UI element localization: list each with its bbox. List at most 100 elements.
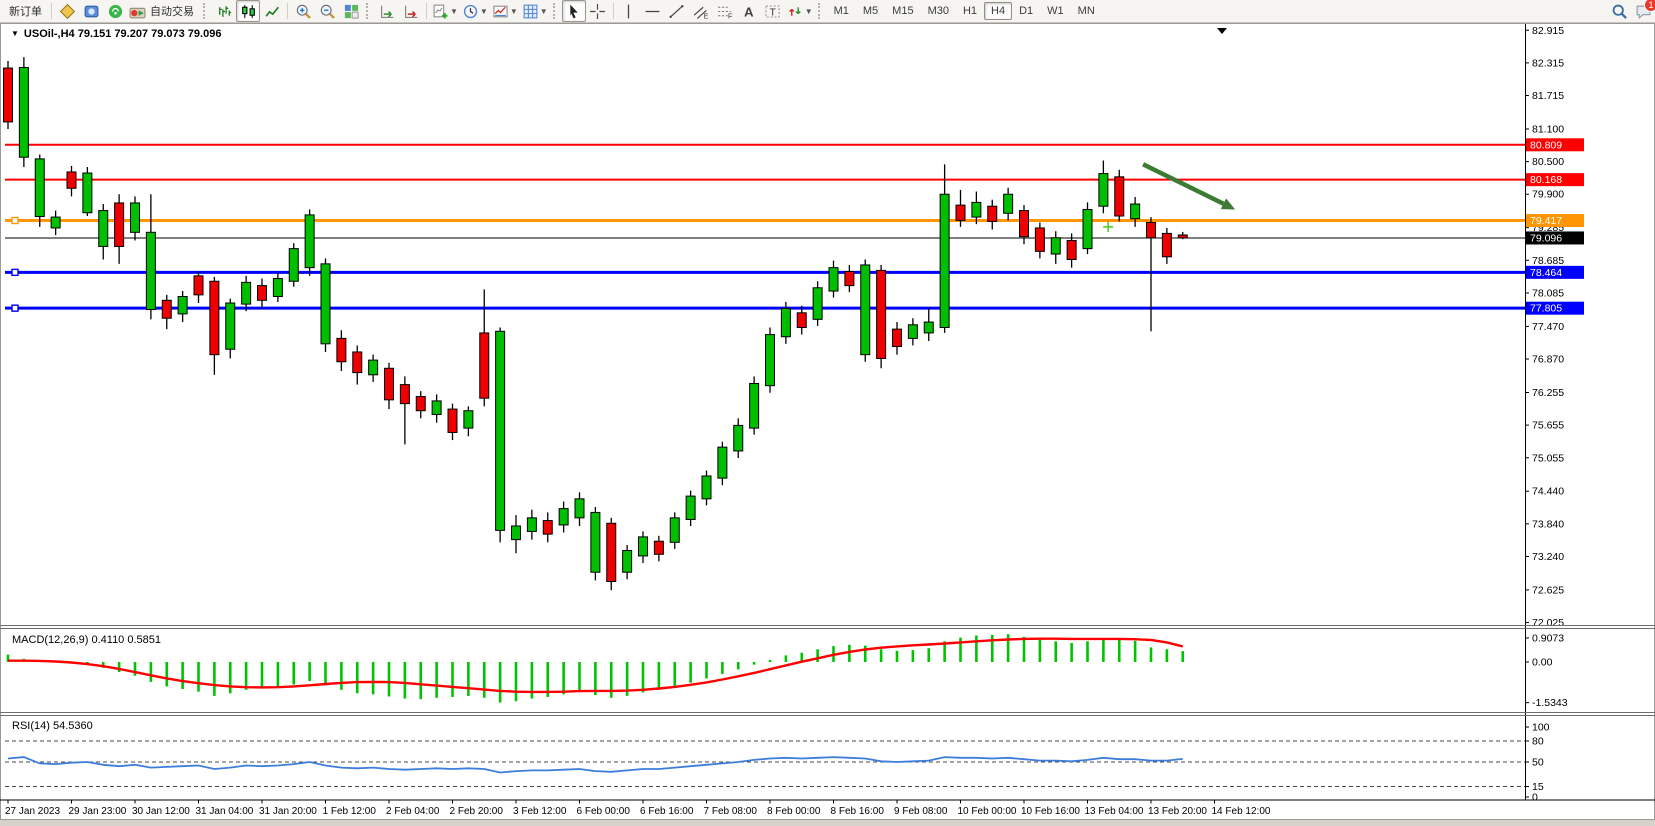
timeframe-m1[interactable]: M1 xyxy=(827,2,856,20)
toolbar-separator xyxy=(613,3,614,19)
templates-dropdown[interactable]: ▼ xyxy=(490,0,520,22)
trendline-icon xyxy=(668,3,685,20)
svg-text:-1.5343: -1.5343 xyxy=(1532,697,1568,709)
timeframe-d1[interactable]: D1 xyxy=(1012,2,1040,20)
price-badge: 80.168 xyxy=(1526,173,1584,186)
tile-windows-button[interactable] xyxy=(339,0,363,22)
cursor-button[interactable] xyxy=(562,0,586,22)
timeframe-mn[interactable]: MN xyxy=(1071,2,1102,20)
svg-text:76.255: 76.255 xyxy=(1532,387,1564,399)
auto-scroll-button[interactable] xyxy=(375,0,399,22)
dropdown-arrow-icon: ▼ xyxy=(805,7,813,16)
svg-text:72.625: 72.625 xyxy=(1532,584,1564,596)
timeframe-m30[interactable]: M30 xyxy=(921,2,956,20)
symbol-dropdown-icon[interactable]: ▼ xyxy=(11,29,19,38)
svg-text:27 Jan 2023: 27 Jan 2023 xyxy=(5,806,60,817)
text-button[interactable]: A xyxy=(737,0,761,22)
pivot-line-orange-handle[interactable] xyxy=(12,218,18,224)
notifications-button[interactable]: 1 xyxy=(1631,0,1655,22)
chart-background xyxy=(0,24,1655,820)
support-line-upper-handle[interactable] xyxy=(12,269,18,275)
svg-text:30 Jan 12:00: 30 Jan 12:00 xyxy=(132,806,190,817)
svg-text:6 Feb 00:00: 6 Feb 00:00 xyxy=(577,806,631,817)
autotrading-button[interactable]: 自动交易 xyxy=(127,0,200,22)
trendline-button[interactable] xyxy=(665,0,689,22)
dropdown-arrow-icon: ▼ xyxy=(480,7,488,16)
svg-text:E: E xyxy=(704,13,709,20)
zoom-in-button[interactable] xyxy=(291,0,315,22)
search-icon xyxy=(1611,3,1628,20)
timeframe-w1[interactable]: W1 xyxy=(1040,2,1071,20)
clock-icon xyxy=(462,3,479,20)
line-chart-button[interactable] xyxy=(260,0,284,22)
svg-text:29 Jan 23:00: 29 Jan 23:00 xyxy=(69,806,127,817)
svg-text:75.655: 75.655 xyxy=(1532,420,1564,432)
dropdown-arrow-icon: ▼ xyxy=(510,7,518,16)
toolbar-separator xyxy=(426,3,427,19)
labelT-icon: T xyxy=(764,3,781,20)
zoom-out-button[interactable] xyxy=(315,0,339,22)
autotrade-icon xyxy=(129,3,146,20)
svg-text:9 Feb 08:00: 9 Feb 08:00 xyxy=(894,806,948,817)
vline-button[interactable] xyxy=(617,0,641,22)
timeframe-h1[interactable]: H1 xyxy=(956,2,984,20)
fibonacci-button[interactable]: F xyxy=(713,0,737,22)
svg-text:50: 50 xyxy=(1532,757,1544,769)
svg-text:3 Feb 12:00: 3 Feb 12:00 xyxy=(513,806,567,817)
svg-text:0.00: 0.00 xyxy=(1532,657,1553,669)
svg-text:100: 100 xyxy=(1532,722,1550,734)
new-order-button[interactable]: 新订单 xyxy=(3,0,48,22)
navigator-button[interactable] xyxy=(79,0,103,22)
timeframe-h4[interactable]: H4 xyxy=(984,2,1012,20)
svg-text:76.870: 76.870 xyxy=(1532,354,1564,366)
toolbar-grip[interactable] xyxy=(818,3,823,19)
toolbar: 新订单 自动交易 ▼ ▼ ▼ ▼ EFAT ▼ M1M5M15M30H1H4D1W1MN 1 xyxy=(0,0,1655,23)
textA-icon: A xyxy=(740,3,757,20)
svg-text:13 Feb 20:00: 13 Feb 20:00 xyxy=(1148,806,1207,817)
market-watch-button[interactable] xyxy=(55,0,79,22)
svg-text:79.900: 79.900 xyxy=(1532,189,1564,201)
arrows-dropdown[interactable]: ▼ xyxy=(785,0,815,22)
svg-text:81.715: 81.715 xyxy=(1532,90,1564,102)
channel-button[interactable]: E xyxy=(689,0,713,22)
svg-text:73.840: 73.840 xyxy=(1532,518,1564,530)
candle-chart-button[interactable] xyxy=(236,0,260,22)
svg-text:81.100: 81.100 xyxy=(1532,123,1564,135)
svg-text:77.805: 77.805 xyxy=(1530,303,1562,315)
svg-text:80.500: 80.500 xyxy=(1532,156,1564,168)
svg-text:10 Feb 16:00: 10 Feb 16:00 xyxy=(1021,806,1080,817)
hline-button[interactable] xyxy=(641,0,665,22)
crosshair-button[interactable] xyxy=(586,0,610,22)
svg-text:73.240: 73.240 xyxy=(1532,551,1564,563)
autotrading-button-label: 自动交易 xyxy=(146,3,198,19)
new-chart-dropdown[interactable]: ▼ xyxy=(430,0,460,22)
toolbar-grip[interactable] xyxy=(203,3,208,19)
periods-dropdown[interactable]: ▼ xyxy=(520,0,550,22)
search-button[interactable] xyxy=(1607,0,1631,22)
svg-text:79.417: 79.417 xyxy=(1530,215,1562,227)
toolbar-grip[interactable] xyxy=(553,3,558,19)
label-button[interactable]: T xyxy=(761,0,785,22)
auto-scroll-icon xyxy=(379,3,396,20)
arrows-icon xyxy=(787,3,804,20)
svg-text:31 Jan 04:00: 31 Jan 04:00 xyxy=(196,806,254,817)
bar-chart-button[interactable] xyxy=(212,0,236,22)
support-line-lower-handle[interactable] xyxy=(12,305,18,311)
line-chart-icon xyxy=(264,3,281,20)
signals-button[interactable] xyxy=(103,0,127,22)
new-order-button-label: 新订单 xyxy=(5,3,46,19)
svg-text:77.470: 77.470 xyxy=(1532,321,1564,333)
toolbar-grip[interactable] xyxy=(366,3,371,19)
hline-icon xyxy=(644,3,661,20)
grid-icon xyxy=(522,3,539,20)
price-badge: 77.805 xyxy=(1526,302,1584,315)
svg-text:78.685: 78.685 xyxy=(1532,255,1564,267)
timeframe-m5[interactable]: M5 xyxy=(856,2,885,20)
timeframe-m15[interactable]: M15 xyxy=(885,2,920,20)
channel-icon: E xyxy=(692,3,709,20)
svg-text:82.315: 82.315 xyxy=(1532,57,1564,69)
chart-shift-button[interactable] xyxy=(399,0,423,22)
vline-icon xyxy=(620,3,637,20)
dropdown-arrow-icon: ▼ xyxy=(540,7,548,16)
profiles-dropdown[interactable]: ▼ xyxy=(460,0,490,22)
